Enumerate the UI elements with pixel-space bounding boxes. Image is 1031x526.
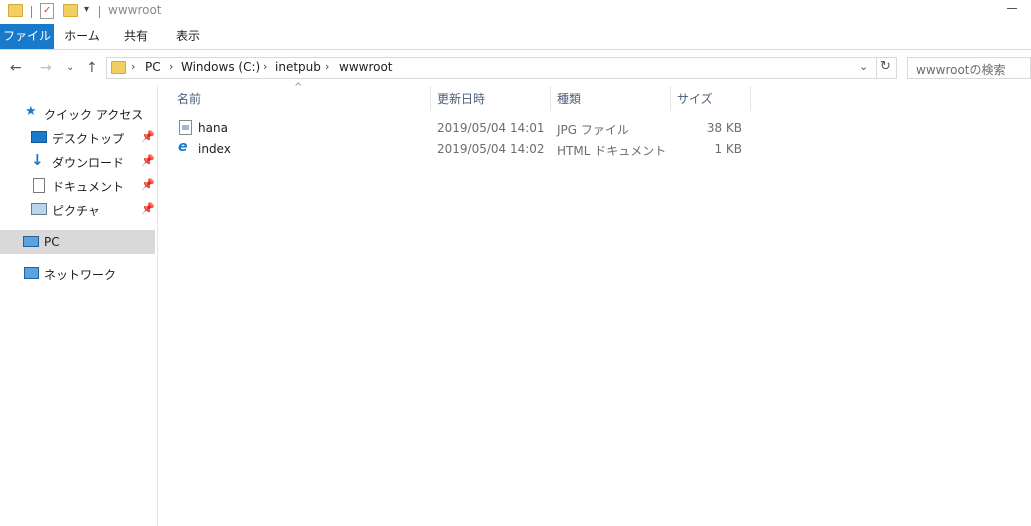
back-arrow-icon[interactable]: ← — [10, 59, 22, 77]
breadcrumb-chevron-icon[interactable]: › — [325, 60, 329, 73]
star-icon: ★ — [25, 104, 37, 119]
window-title: wwwroot — [108, 3, 162, 17]
breadcrumb-windows-c[interactable]: Windows (C:) — [181, 60, 260, 74]
desktop-icon — [31, 131, 47, 143]
file-type: HTML ドキュメント — [557, 144, 667, 158]
search-placeholder: wwwrootの検索 — [916, 63, 1006, 77]
folder-icon — [8, 4, 23, 17]
table-row[interactable]: e index 2019/05/04 14:02 HTML ドキュメント 1 K… — [160, 138, 760, 159]
refresh-icon[interactable]: ↻ — [880, 59, 891, 74]
sidebar-item-label: ネットワーク — [44, 268, 117, 282]
customize-toolbar-chevron-icon[interactable]: ▾ — [84, 4, 89, 15]
breadcrumb-wwwroot[interactable]: wwwroot — [339, 60, 393, 74]
breadcrumb-chevron-icon[interactable]: › — [131, 60, 135, 73]
pin-icon[interactable]: 📌 — [141, 154, 155, 167]
ribbon-tabs: ファイル ホーム 共有 表示 — [0, 24, 1031, 50]
search-input[interactable]: wwwrootの検索 — [907, 57, 1031, 79]
column-divider[interactable] — [750, 86, 751, 111]
sidebar-item-label: ドキュメント — [52, 180, 125, 194]
address-dropdown-chevron-icon[interactable]: ⌄ — [859, 60, 868, 73]
folder-icon — [111, 61, 126, 74]
column-divider[interactable] — [550, 86, 551, 111]
column-divider[interactable] — [670, 86, 671, 111]
sidebar-item-label: クイック アクセス — [44, 108, 144, 122]
sidebar-item-label: PC — [44, 235, 60, 249]
up-arrow-icon[interactable]: ↑ — [86, 59, 98, 77]
pin-icon[interactable]: 📌 — [141, 178, 155, 191]
sidebar-item-desktop[interactable]: デスクトップ 📌 — [0, 125, 155, 149]
sidebar-item-quick-access[interactable]: ★ クイック アクセス — [0, 101, 155, 125]
sidebar-item-label: デスクトップ — [52, 132, 125, 146]
column-header-date[interactable]: 更新日時 — [437, 90, 485, 107]
column-header-name[interactable]: 名前 — [177, 90, 201, 107]
breadcrumb-chevron-icon[interactable]: › — [169, 60, 173, 73]
address-divider — [876, 58, 877, 78]
navigation-pane: ★ クイック アクセス デスクトップ 📌 ↓ ダウンロード 📌 ドキュメント 📌… — [0, 86, 158, 526]
tab-view[interactable]: 表示 — [168, 24, 208, 49]
file-date: 2019/05/04 14:01 — [437, 121, 545, 135]
document-icon — [33, 178, 45, 193]
pin-icon[interactable]: 📌 — [141, 202, 155, 215]
sidebar-item-downloads[interactable]: ↓ ダウンロード 📌 — [0, 149, 155, 173]
toolbar-separator — [31, 6, 32, 18]
sidebar-item-network[interactable]: ネットワーク — [0, 261, 155, 285]
file-size: 38 KB — [706, 121, 742, 135]
sidebar-item-pc[interactable]: PC — [0, 230, 155, 254]
breadcrumb-pc[interactable]: PC — [145, 60, 161, 74]
pin-icon[interactable]: 📌 — [141, 130, 155, 143]
toolbar-separator — [99, 6, 100, 18]
column-header-size[interactable]: サイズ — [677, 90, 713, 107]
address-bar[interactable]: › PC › Windows (C:) › inetpub › wwwroot … — [106, 57, 897, 79]
jpg-file-icon — [179, 120, 192, 135]
tab-file[interactable]: ファイル — [0, 24, 54, 49]
tab-home[interactable]: ホーム — [62, 24, 102, 49]
breadcrumb-inetpub[interactable]: inetpub — [275, 60, 321, 74]
file-name: hana — [198, 121, 228, 135]
title-bar: ✓ ▾ wwwroot — [0, 0, 1031, 24]
download-arrow-icon: ↓ — [31, 151, 44, 169]
address-row: ← → ⌄ ↑ › PC › Windows (C:) › inetpub › … — [0, 55, 1031, 81]
column-header-type[interactable]: 種類 — [557, 90, 581, 107]
breadcrumb-chevron-icon[interactable]: › — [263, 60, 267, 73]
html-ie-file-icon: e — [178, 139, 188, 155]
pictures-icon — [31, 203, 47, 215]
network-icon — [24, 267, 39, 279]
properties-icon[interactable]: ✓ — [40, 3, 54, 19]
new-folder-icon[interactable] — [63, 4, 78, 17]
sidebar-item-label: ピクチャ — [52, 204, 100, 218]
table-row[interactable]: hana 2019/05/04 14:01 JPG ファイル 38 KB — [160, 117, 760, 138]
file-name: index — [198, 142, 231, 156]
sidebar-item-documents[interactable]: ドキュメント 📌 — [0, 173, 155, 197]
column-divider[interactable] — [430, 86, 431, 111]
sort-ascending-icon: ^ — [294, 82, 303, 93]
computer-icon — [23, 236, 39, 247]
forward-arrow-icon[interactable]: → — [40, 59, 52, 77]
minimize-icon[interactable] — [1007, 8, 1017, 9]
file-date: 2019/05/04 14:02 — [437, 142, 545, 156]
file-size: 1 KB — [714, 142, 742, 156]
tab-share[interactable]: 共有 — [116, 24, 156, 49]
sidebar-item-pictures[interactable]: ピクチャ 📌 — [0, 197, 155, 221]
file-type: JPG ファイル — [557, 123, 629, 137]
recent-locations-chevron-icon[interactable]: ⌄ — [66, 59, 74, 77]
sidebar-item-label: ダウンロード — [52, 156, 125, 170]
